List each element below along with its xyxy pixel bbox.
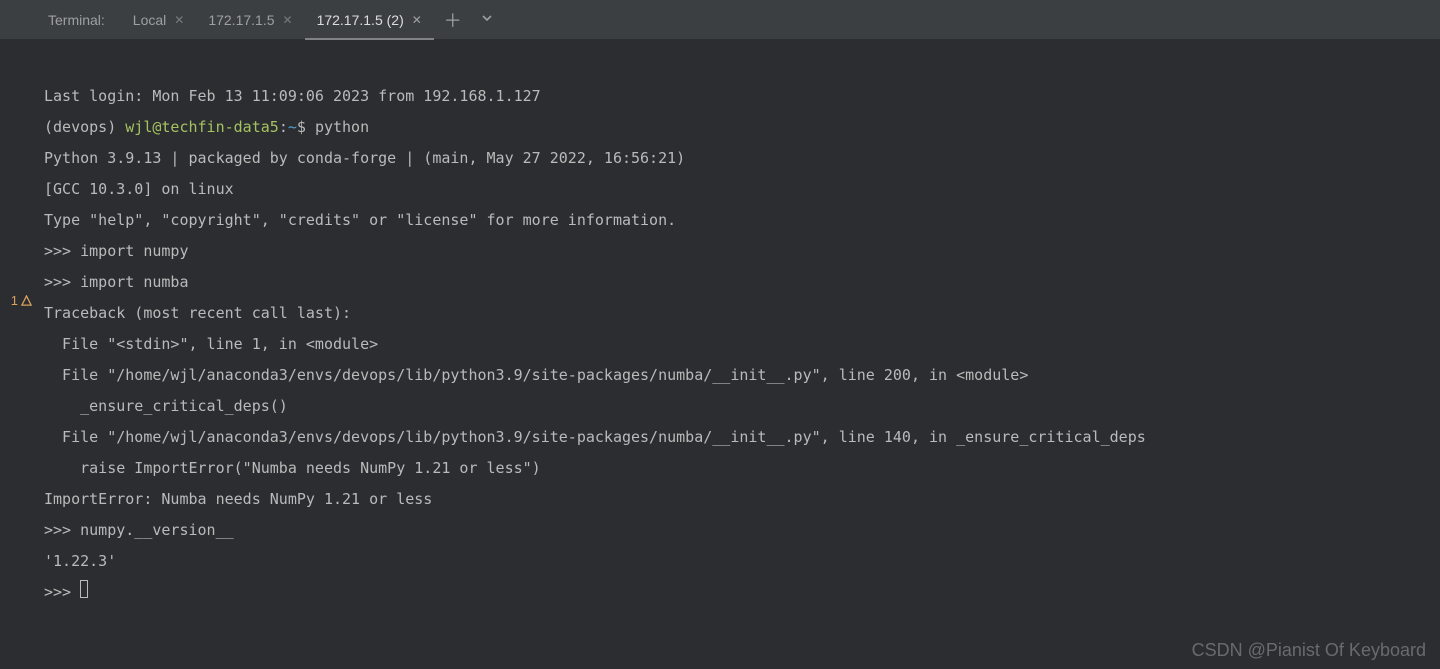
traceback-text: _ensure_critical_deps() [44,397,288,415]
repl-line: >>> import numpy [44,242,189,260]
warning-triangle-icon [21,295,32,306]
prompt-path: ~ [288,118,297,136]
warning-badge[interactable]: 1 [11,293,32,308]
add-terminal-icon[interactable]: ＋ [434,7,472,33]
terminal-text: Last login: Mon Feb 13 11:09:06 2023 fro… [44,87,541,105]
repl-line: >>> import numba [44,273,189,291]
prompt-env: (devops) [44,118,125,136]
tab-label-text: 172.17.1.5 [208,12,274,28]
prompt-dollar: $ [297,118,315,136]
traceback-text: File "/home/wjl/anaconda3/envs/devops/li… [44,366,1028,384]
cursor-icon [80,580,88,598]
terminal-tab-remote-2[interactable]: 172.17.1.5 (2) ✕ [305,0,434,39]
gutter: 1 [0,40,38,669]
prompt-colon: : [279,118,288,136]
traceback-text: File "<stdin>", line 1, in <module> [44,335,378,353]
terminal-text: [GCC 10.3.0] on linux [44,180,234,198]
traceback-text: File "/home/wjl/anaconda3/envs/devops/li… [44,428,1146,446]
tab-label-text: 172.17.1.5 (2) [317,12,404,28]
terminal-tab-remote-1[interactable]: 172.17.1.5 ✕ [196,0,304,39]
close-icon[interactable]: ✕ [412,13,422,27]
terminal-text: Python 3.9.13 | packaged by conda-forge … [44,149,685,167]
close-icon[interactable]: ✕ [283,13,293,27]
close-icon[interactable]: ✕ [174,13,184,27]
error-text: ImportError: Numba needs NumPy 1.21 or l… [44,490,432,508]
repl-output: '1.22.3' [44,552,116,570]
terminal-panel-label: Terminal: [48,12,121,28]
warning-count: 1 [11,293,18,308]
prompt-userhost: wjl@techfin-data5 [125,118,279,136]
tab-label-text: Local [133,12,166,28]
traceback-text: Traceback (most recent call last): [44,304,351,322]
terminal-body: 1 Last login: Mon Feb 13 11:09:06 2023 f… [0,40,1440,669]
terminal-output[interactable]: Last login: Mon Feb 13 11:09:06 2023 fro… [38,40,1440,669]
traceback-text: raise ImportError("Numba needs NumPy 1.2… [44,459,541,477]
terminal-tab-bar: Terminal: Local ✕ 172.17.1.5 ✕ 172.17.1.… [0,0,1440,40]
repl-prompt: >>> [44,583,80,601]
command-text: python [315,118,369,136]
terminal-tab-local[interactable]: Local ✕ [121,0,197,39]
repl-line: >>> numpy.__version__ [44,521,234,539]
terminal-text: Type "help", "copyright", "credits" or "… [44,211,676,229]
chevron-down-icon[interactable] [472,11,502,29]
